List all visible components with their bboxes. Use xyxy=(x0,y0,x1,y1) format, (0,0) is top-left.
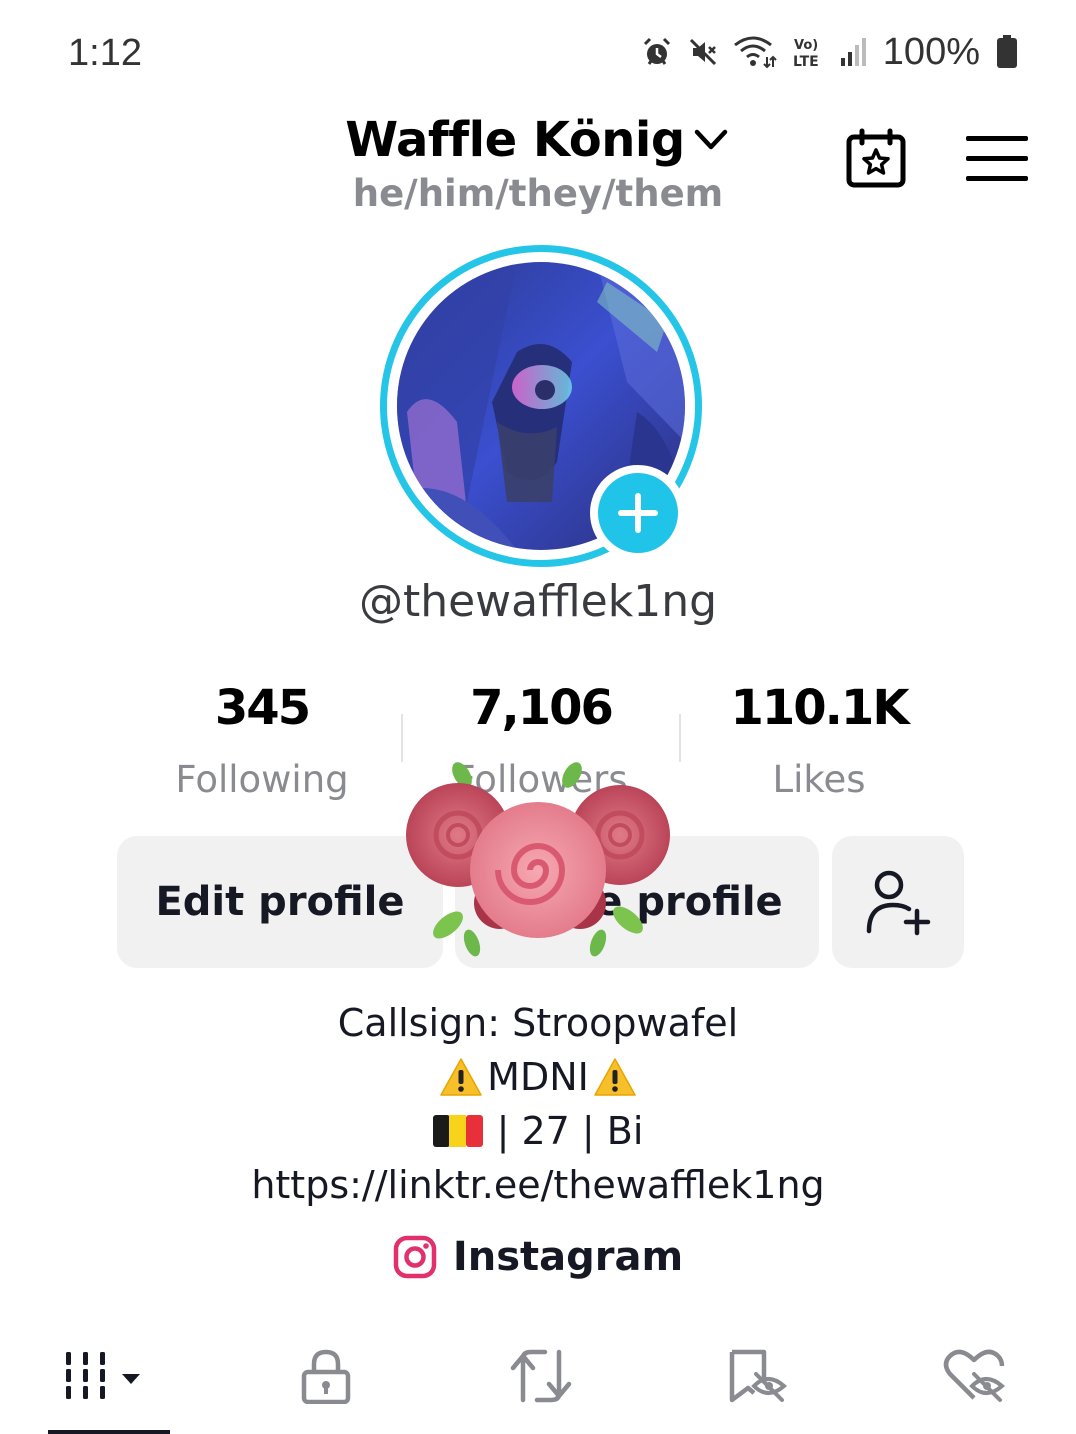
menu-line xyxy=(966,156,1028,161)
repost-icon[interactable] xyxy=(509,1348,573,1404)
signal-icon xyxy=(840,38,866,66)
battery-percent: 100% xyxy=(882,30,980,73)
bio-line: Callsign: Stroopwafel xyxy=(337,1001,739,1045)
bio-mdni: MDNI xyxy=(487,1055,589,1099)
bio-line-mdni: MDNI xyxy=(0,1050,1076,1104)
volte-icon: Vo) LTE xyxy=(793,38,819,69)
add-friend-icon[interactable] xyxy=(863,867,933,937)
edit-profile-label: Edit profile xyxy=(155,879,405,925)
status-icons: Vo) LTE 100% xyxy=(641,30,1018,74)
content-tabs xyxy=(0,1340,1076,1434)
chevron-down-icon[interactable] xyxy=(691,120,731,160)
tab-reposts[interactable] xyxy=(433,1340,648,1434)
calendar-star-icon[interactable] xyxy=(844,128,908,192)
following-label[interactable]: Following xyxy=(122,758,402,801)
svg-text:Vo): Vo) xyxy=(794,38,818,53)
hamburger-menu-icon[interactable] xyxy=(966,136,1028,182)
add-story-button[interactable] xyxy=(590,465,686,561)
liked-hidden-icon[interactable] xyxy=(942,1348,1006,1404)
grid-videos-icon[interactable] xyxy=(58,1348,158,1404)
warning-icon xyxy=(440,1058,482,1096)
instagram-link[interactable]: Instagram xyxy=(0,1234,1076,1280)
add-friend-button[interactable] xyxy=(832,836,964,968)
bio: Callsign: Stroopwafel MDNI | 27 | Bi htt… xyxy=(0,996,1076,1212)
plus-icon[interactable] xyxy=(598,473,678,553)
likes-label[interactable]: Likes xyxy=(679,758,959,801)
svg-text:LTE: LTE xyxy=(793,54,819,69)
active-tab-indicator xyxy=(48,1430,170,1434)
alarm-icon xyxy=(643,37,670,65)
bio-details: | 27 | Bi xyxy=(496,1109,644,1153)
instagram-label[interactable]: Instagram xyxy=(453,1234,683,1280)
tab-videos[interactable] xyxy=(0,1340,215,1434)
wifi-icon xyxy=(733,36,777,69)
private-lock-icon[interactable] xyxy=(298,1348,354,1404)
calendar-button[interactable] xyxy=(844,128,908,192)
likes-stat[interactable]: 110.1K Likes xyxy=(679,680,959,801)
profile-header: Waffle König he/him/they/them xyxy=(0,100,1076,230)
username: @thewafflek1ng xyxy=(358,576,718,627)
menu-line xyxy=(966,176,1028,181)
edit-profile-button[interactable]: Edit profile xyxy=(117,836,443,968)
likes-count[interactable]: 110.1K xyxy=(679,680,959,736)
profile-name[interactable]: Waffle König xyxy=(345,112,685,168)
following-count[interactable]: 345 xyxy=(122,680,402,736)
following-stat[interactable]: 345 Following xyxy=(122,680,402,801)
menu-line xyxy=(966,136,1028,141)
mute-icon xyxy=(689,38,716,66)
followers-count[interactable]: 7,106 xyxy=(401,680,681,736)
bio-line-flag: | 27 | Bi xyxy=(0,1104,1076,1158)
rose-sticker xyxy=(400,755,678,965)
status-time: 1:12 xyxy=(68,32,142,74)
favorites-hidden-icon[interactable] xyxy=(726,1348,790,1404)
pronouns: he/him/they/them xyxy=(352,172,724,215)
instagram-icon[interactable] xyxy=(393,1235,437,1279)
tab-private[interactable] xyxy=(218,1340,433,1434)
account-switcher[interactable]: Waffle König xyxy=(0,112,1076,168)
tab-favorites[interactable] xyxy=(650,1340,865,1434)
belgium-flag-icon xyxy=(432,1115,483,1147)
status-bar: 1:12 Vo) LTE 100% xyxy=(0,0,1076,100)
warning-icon xyxy=(594,1058,636,1096)
battery-icon xyxy=(997,35,1017,68)
tab-liked[interactable] xyxy=(866,1340,1076,1434)
bio-link[interactable]: https://linktr.ee/thewafflek1ng xyxy=(0,1158,1076,1212)
